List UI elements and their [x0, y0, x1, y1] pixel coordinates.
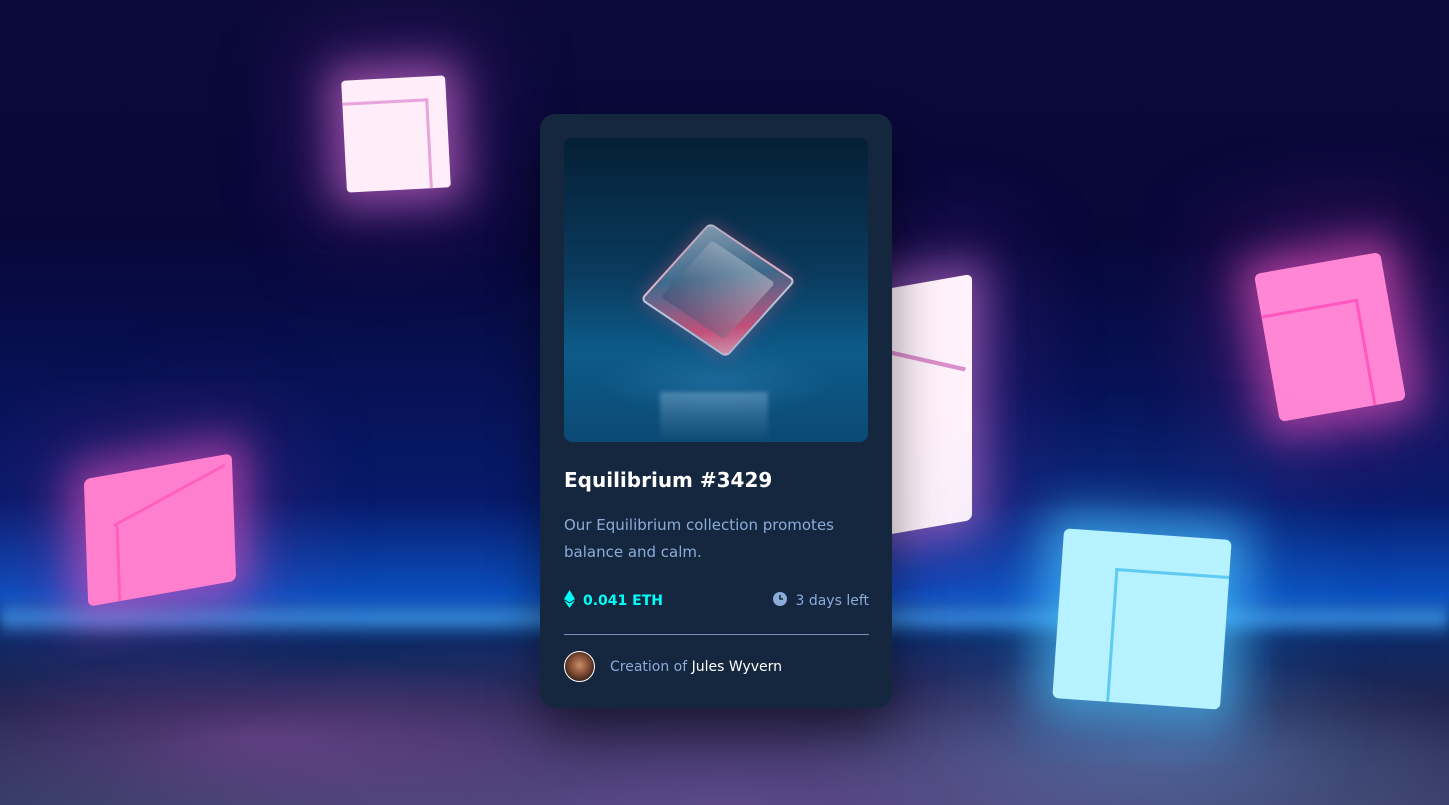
creator-prefix: Creation of [610, 658, 688, 675]
time-left-value: 3 days left [795, 593, 869, 609]
avatar [564, 651, 595, 682]
nft-meta: 0.041 ETH 3 days left [564, 590, 869, 612]
background-cube-white-top-left [341, 75, 451, 193]
clock-icon [773, 592, 788, 610]
nft-card: Equilibrium #3429 Our Equilibrium collec… [540, 114, 892, 708]
divider [564, 634, 869, 635]
price: 0.041 ETH [564, 590, 663, 612]
creator-name-link[interactable]: Jules Wyvern [692, 659, 782, 675]
nft-title[interactable]: Equilibrium #3429 [564, 466, 868, 494]
ethereum-icon [564, 590, 575, 612]
time-left: 3 days left [773, 592, 869, 610]
creator-text: Creation of Jules Wyvern [610, 659, 782, 675]
background-cube-white-behind-card [880, 273, 972, 537]
nft-image[interactable] [564, 138, 868, 442]
background-cube-cyan [1052, 528, 1232, 710]
price-value: 0.041 ETH [583, 593, 663, 609]
crystal-cube [639, 222, 797, 358]
background-cube-pink-left [83, 453, 237, 607]
background-cube-pink-right [1253, 252, 1407, 422]
crystal-reflection [660, 392, 768, 442]
nft-description: Our Equilibrium collection promotes bala… [564, 516, 834, 561]
creator-row: Creation of Jules Wyvern [564, 651, 868, 682]
